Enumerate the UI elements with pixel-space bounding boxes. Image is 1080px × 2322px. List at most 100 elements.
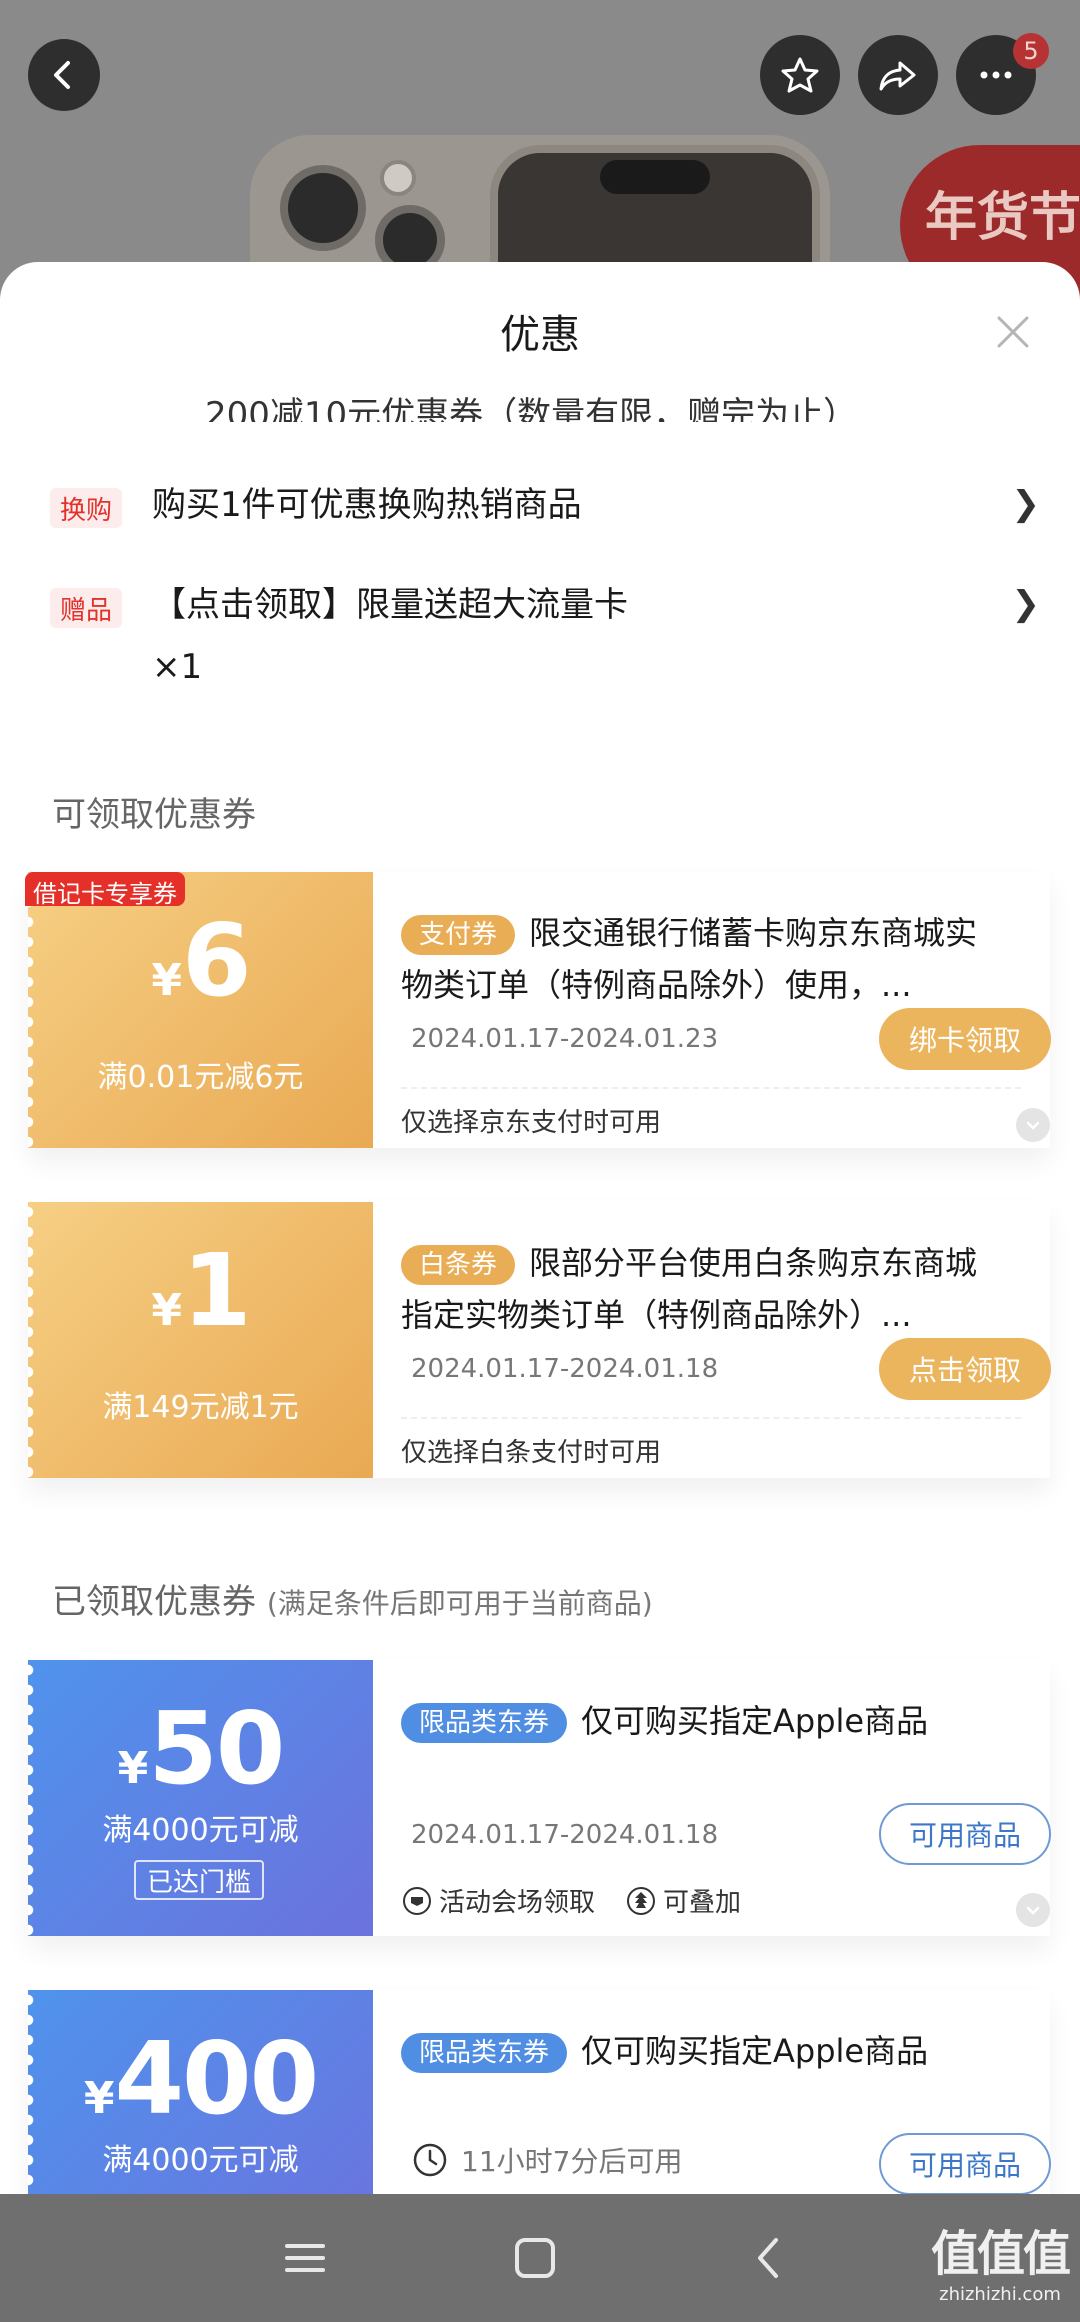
coupon-condition: 满149元减1元 bbox=[102, 1390, 299, 1425]
coupon-amount: ¥400 bbox=[28, 2020, 373, 2137]
expand-button[interactable] bbox=[1016, 1108, 1050, 1142]
coupon-info: 限品类东券 仅可购买指定Apple商品 11小时7分后可用 可用商品 bbox=[373, 1990, 1051, 2194]
coupon-description: 限品类东券 仅可购买指定Apple商品 bbox=[401, 2025, 991, 2129]
coupon-note-truncated: 200减10元优惠券（数量有限，赠完为止） bbox=[205, 395, 858, 422]
coupon-date: 2024.01.17-2024.01.18 bbox=[411, 1820, 719, 1850]
coupon-amount: ¥1 bbox=[28, 1232, 373, 1349]
favorite-button[interactable] bbox=[760, 35, 840, 115]
coupon-condition: 满0.01元减6元 bbox=[97, 1060, 304, 1095]
coupon-type-tag: 白条券 bbox=[401, 1245, 516, 1285]
coupon-info: 支付券 限交通银行储蓄卡购京东商城实物类订单（特例商品除外）使用，... 2024… bbox=[373, 872, 1051, 1148]
claimed-coupons-title: 已领取优惠券 (满足条件后即可用于当前商品) bbox=[52, 1574, 653, 1623]
chevron-down-icon bbox=[1026, 1121, 1040, 1130]
promo-text: 【点击领取】限量送超大流量卡 ×1 bbox=[152, 574, 972, 698]
venue-icon bbox=[403, 1886, 431, 1915]
chevron-right-icon: ❯ bbox=[1011, 484, 1041, 524]
product-flash bbox=[380, 160, 416, 196]
share-icon bbox=[879, 61, 916, 91]
claim-button[interactable]: 点击领取 bbox=[879, 1338, 1051, 1400]
stackable-icon bbox=[627, 1886, 656, 1915]
star-icon bbox=[781, 57, 819, 93]
watermark-url: zhizhizhi.com bbox=[939, 2284, 1061, 2305]
applicable-products-button[interactable]: 可用商品 bbox=[879, 2133, 1051, 2194]
claimed-note: (满足条件后即可用于当前商品) bbox=[266, 1587, 653, 1620]
discount-sheet: 优惠 200减10元优惠券（数量有限，赠完为止） 换购 购买1件可优惠换购热销商… bbox=[0, 262, 1080, 2194]
coupon-footer: 活动会场领取 可叠加 bbox=[401, 1882, 741, 1919]
back-button[interactable] bbox=[28, 39, 100, 111]
coupon-info: 限品类东券 仅可购买指定Apple商品 2024.01.17-2024.01.18… bbox=[373, 1660, 1051, 1936]
coupon-amount-value: 1 bbox=[182, 1232, 252, 1349]
system-nav-bar: 值值值 zhizhizhi.com bbox=[0, 2194, 1080, 2322]
bind-card-claim-button[interactable]: 绑卡领取 bbox=[879, 1008, 1051, 1070]
coupon-amount: ¥6 bbox=[28, 902, 373, 1019]
festival-badge-text: 年货节 bbox=[925, 187, 1080, 248]
more-dots-icon bbox=[980, 71, 1012, 79]
expand-button[interactable] bbox=[1016, 1893, 1050, 1927]
coupon-footer: 仅选择京东支付时可用 bbox=[401, 1108, 662, 1138]
coupon-card: ¥6 满0.01元减6元 支付券 限交通银行储蓄卡购京东商城实物类订单（特例商品除… bbox=[28, 872, 1051, 1148]
notification-badge: 5 bbox=[1013, 33, 1049, 69]
promo-tag: 换购 bbox=[50, 488, 122, 528]
coupon-info: 白条券 限部分平台使用白条购京东商城指定实物类订单（特例商品除外）... 2024… bbox=[373, 1202, 1051, 1478]
coupon-amount-value: 400 bbox=[114, 2020, 319, 2137]
watermark: 值值值 zhizhizhi.com bbox=[930, 2214, 1071, 2305]
coupon-description: 限品类东券 仅可购买指定Apple商品 bbox=[401, 1695, 991, 1799]
coupon-card: ¥50 满4000元可减 已达门槛 限品类东券 仅可购买指定Apple商品 202… bbox=[28, 1660, 1051, 1936]
back-icon[interactable] bbox=[740, 2228, 800, 2288]
currency-symbol: ¥ bbox=[151, 955, 183, 1006]
applicable-products-button[interactable]: 可用商品 bbox=[879, 1803, 1051, 1865]
close-icon[interactable] bbox=[993, 312, 1033, 352]
watermark-logo: 值值值 bbox=[930, 2226, 1071, 2282]
coupon-type-tag: 限品类东券 bbox=[401, 1703, 568, 1743]
coupon-value-panel: ¥1 满149元减1元 bbox=[28, 1202, 373, 1478]
coupon-type-tag: 支付券 bbox=[401, 915, 516, 955]
chevron-left-icon bbox=[54, 61, 70, 89]
available-coupons-title: 可领取优惠券 bbox=[52, 795, 256, 835]
promo-tag: 赠品 bbox=[50, 588, 122, 628]
coupon-value-panel: ¥6 满0.01元减6元 bbox=[28, 872, 373, 1148]
coupon-footer: 仅选择白条支付时可用 bbox=[401, 1438, 662, 1468]
coupon-type-tag: 限品类东券 bbox=[401, 2033, 568, 2073]
promo-text: 购买1件可优惠换购热销商品 bbox=[152, 485, 582, 525]
coupon-value-panel: ¥50 满4000元可减 已达门槛 bbox=[28, 1660, 373, 1936]
promo-row-exchange[interactable]: 换购 购买1件可优惠换购热销商品 ❯ bbox=[50, 484, 1040, 536]
coupon-amount: ¥50 bbox=[28, 1690, 373, 1807]
chevron-down-icon bbox=[1026, 1906, 1040, 1915]
clock-icon bbox=[413, 2143, 447, 2177]
promo-qty: ×1 bbox=[152, 647, 203, 687]
currency-symbol: ¥ bbox=[117, 1743, 149, 1794]
coupon-amount-value: 50 bbox=[148, 1690, 285, 1807]
venue-claim-text: 活动会场领取 bbox=[439, 1888, 596, 1918]
claimed-title-text: 已领取优惠券 bbox=[52, 1582, 256, 1622]
countdown-text: 11小时7分后可用 bbox=[461, 2145, 683, 2178]
coupon-card: ¥1 满149元减1元 白条券 限部分平台使用白条购京东商城指定实物类订单（特例商… bbox=[28, 1202, 1051, 1478]
coupon-condition: 满4000元可减 bbox=[102, 2143, 299, 2178]
coupon-description: 支付券 限交通银行储蓄卡购京东商城实物类订单（特例商品除外）使用，... bbox=[401, 907, 991, 1011]
coupon-desc-text: 仅可购买指定Apple商品 bbox=[581, 2032, 929, 2070]
threshold-reached-badge: 已达门槛 bbox=[134, 1860, 264, 1900]
coupon-card: ¥400 满4000元可减 限品类东券 仅可购买指定Apple商品 11小时7分后… bbox=[28, 1990, 1051, 2194]
coupon-date: 2024.01.17-2024.01.18 bbox=[411, 1354, 719, 1384]
currency-symbol: ¥ bbox=[83, 2073, 115, 2124]
coupon-amount-value: 6 bbox=[182, 902, 252, 1019]
promo-text-line: 【点击领取】限量送超大流量卡 bbox=[152, 585, 628, 625]
divider bbox=[401, 1417, 1021, 1419]
coupon-value-panel: ¥400 满4000元可减 bbox=[28, 1990, 373, 2194]
debit-card-flag: 借记卡专享券 bbox=[25, 872, 185, 908]
chevron-right-icon: ❯ bbox=[1011, 584, 1041, 624]
countdown: 11小时7分后可用 bbox=[411, 2140, 682, 2180]
currency-symbol: ¥ bbox=[151, 1285, 183, 1336]
divider bbox=[401, 1087, 1021, 1089]
home-icon[interactable] bbox=[505, 2228, 565, 2288]
coupon-condition: 满4000元可减 bbox=[102, 1813, 299, 1848]
sheet-title: 优惠 bbox=[500, 312, 580, 358]
stackable-text: 可叠加 bbox=[663, 1888, 742, 1918]
coupon-desc-text: 仅可购买指定Apple商品 bbox=[581, 1702, 929, 1740]
promo-row-gift[interactable]: 赠品 【点击领取】限量送超大流量卡 ×1 ❯ bbox=[50, 584, 1040, 698]
coupon-description: 白条券 限部分平台使用白条购京东商城指定实物类订单（特例商品除外）... bbox=[401, 1237, 991, 1341]
share-button[interactable] bbox=[858, 35, 938, 115]
product-image-island bbox=[600, 160, 710, 194]
product-camera-lens bbox=[280, 165, 366, 251]
recent-apps-icon[interactable] bbox=[275, 2228, 335, 2288]
coupon-date: 2024.01.17-2024.01.23 bbox=[411, 1024, 719, 1054]
